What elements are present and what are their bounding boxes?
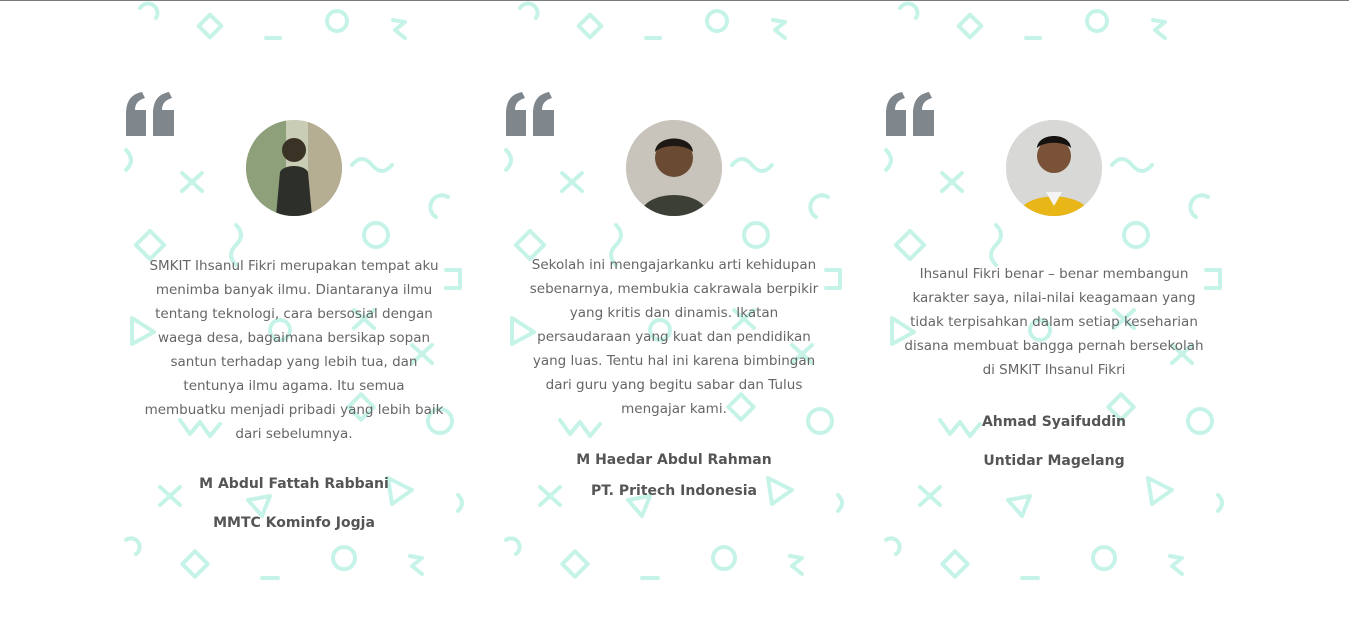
testimonial-card: SMKIT Ihsanul Fikri merupakan tempat aku… [124, 60, 464, 560]
avatar [1006, 120, 1102, 216]
person-photo-icon [626, 120, 722, 216]
person-photo-icon [1006, 120, 1102, 216]
author-organization: MMTC Kominfo Jogja [213, 515, 375, 531]
quote-icon [886, 92, 934, 136]
quote-icon [506, 92, 554, 136]
testimonial-card: Sekolah ini mengajarkanku arti kehidupan… [504, 60, 844, 560]
testimonial-quote: Ihsanul Fikri benar – benar membangun ka… [904, 266, 1204, 378]
author-organization: Untidar Magelang [983, 453, 1125, 469]
testimonial-card: Ihsanul Fikri benar – benar membangun ka… [884, 60, 1224, 560]
author-organization: PT. Pritech Indonesia [590, 483, 758, 499]
testimonial-quote: SMKIT Ihsanul Fikri merupakan tempat aku… [144, 258, 444, 442]
testimonial-quote: Sekolah ini mengajarkanku arti kehidupan… [529, 257, 819, 417]
quote-icon [126, 92, 174, 136]
author-name: Ahmad Syaifuddin [981, 414, 1127, 430]
avatar [626, 120, 722, 216]
author-name: M Abdul Fattah Rabbani [199, 476, 389, 492]
person-photo-icon [246, 120, 342, 216]
avatar [246, 120, 342, 216]
author-name: M Haedar Abdul Rahman [576, 452, 772, 468]
